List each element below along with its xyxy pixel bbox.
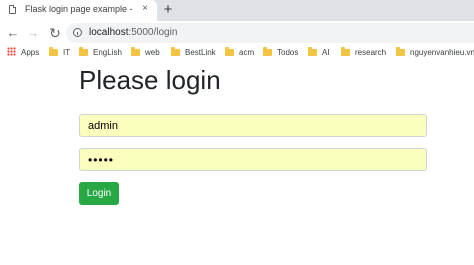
folder-icon [396, 47, 405, 56]
back-button[interactable]: ← [4, 24, 22, 42]
folder-icon [341, 47, 350, 56]
bookmark-web[interactable]: web [131, 47, 160, 58]
info-icon[interactable] [73, 28, 82, 37]
username-field[interactable] [79, 114, 427, 137]
folder-icon [263, 47, 272, 56]
url-path: :5000/login [128, 27, 178, 38]
bookmark-nguyenvanhieu[interactable]: nguyenvanhieu.vn [396, 47, 474, 58]
bookmark-apps[interactable]: Apps [7, 47, 39, 58]
login-page: Please login Login [0, 60, 474, 265]
tab-title: Flask login page example - BLog [25, 4, 135, 14]
reload-button[interactable]: ↻ [46, 24, 64, 42]
forward-button[interactable]: → [24, 24, 42, 42]
bookmark-label: acm [239, 48, 255, 57]
folder-icon [308, 47, 317, 56]
bookmark-research[interactable]: research [341, 47, 386, 58]
password-field[interactable] [79, 148, 427, 171]
bookmark-label: research [355, 48, 387, 57]
bookmark-it[interactable]: IT [49, 47, 70, 58]
bookmark-todos[interactable]: Todos [263, 47, 298, 58]
bookmark-label: web [145, 48, 160, 57]
url-text[interactable]: localhost:5000/login [89, 27, 177, 38]
folder-icon [79, 47, 88, 56]
bookmark-english[interactable]: EngLish [79, 47, 122, 58]
bookmarks-bar: Apps IT EngLish web BestLink acm Todos A… [0, 45, 474, 60]
browser-toolbar: ← → ↻ localhost:5000/login [0, 21, 474, 45]
tab-strip: Flask login page example - BLog × + [0, 0, 474, 21]
bookmark-ai[interactable]: AI [308, 47, 330, 58]
url-host: localhost [89, 27, 129, 38]
browser-tab[interactable]: Flask login page example - BLog × [0, 0, 157, 21]
folder-icon [131, 47, 140, 56]
bookmark-label: nguyenvanhieu.vn [410, 48, 474, 57]
bookmark-label: Todos [277, 48, 299, 57]
address-bar[interactable]: localhost:5000/login [66, 23, 474, 43]
folder-icon [225, 47, 234, 56]
folder-icon [49, 47, 58, 56]
bookmark-label: Apps [21, 48, 40, 57]
bookmark-label: BestLink [185, 48, 216, 57]
apps-grid-icon [7, 47, 16, 56]
folder-icon [171, 47, 180, 56]
bookmark-label: EngLish [93, 48, 122, 57]
bookmark-acm[interactable]: acm [225, 47, 254, 58]
bookmark-label: IT [63, 48, 71, 57]
bookmark-bestlink[interactable]: BestLink [171, 47, 216, 58]
page-title: Please login [79, 65, 221, 95]
login-button[interactable]: Login [79, 182, 119, 205]
page-icon [9, 5, 16, 14]
close-icon[interactable]: × [139, 3, 151, 15]
bookmark-label: AI [322, 48, 330, 57]
new-tab-button[interactable]: + [160, 1, 176, 19]
